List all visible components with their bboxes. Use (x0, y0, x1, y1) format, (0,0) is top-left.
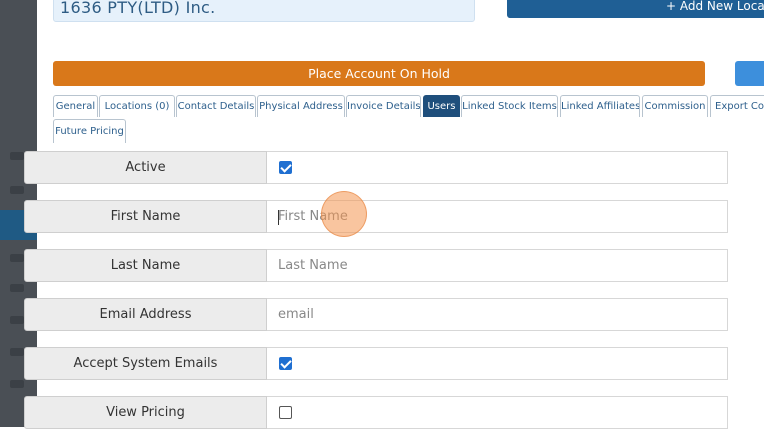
tab-invoice-details[interactable]: Invoice Details (346, 95, 421, 117)
view-pricing-checkbox[interactable] (279, 406, 292, 419)
tab-future-pricing[interactable]: Future Pricing (53, 119, 126, 143)
first-name-label: First Name (24, 200, 267, 233)
last-name-field (267, 249, 728, 282)
tab-users[interactable]: Users (423, 95, 460, 117)
form-row-view-pricing: View Pricing (24, 396, 728, 429)
form-row-email: Email Address (24, 298, 728, 331)
tab-contact-details[interactable]: Contact Details (176, 95, 256, 117)
active-label: Active (24, 151, 267, 184)
tab-export-config[interactable]: Export Con (710, 95, 764, 117)
form-row-first-name: First Name (24, 200, 728, 233)
tab-commission[interactable]: Commission (642, 95, 708, 117)
form-row-accept-emails: Accept System Emails (24, 347, 728, 380)
sidebar-icon (10, 284, 24, 292)
tab-linked-stock-items[interactable]: Linked Stock Items (461, 95, 558, 117)
sidebar-icon (10, 348, 24, 356)
accept-emails-checkbox[interactable] (279, 357, 292, 370)
view-pricing-field (267, 396, 728, 429)
tab-physical-address[interactable]: Physical Address (257, 95, 345, 117)
email-input[interactable] (267, 299, 707, 330)
form-row-last-name: Last Name (24, 249, 728, 282)
email-field (267, 298, 728, 331)
accept-emails-label: Accept System Emails (24, 347, 267, 380)
view-pricing-label: View Pricing (24, 396, 267, 429)
sidebar-icon (10, 380, 24, 388)
form-row-active: Active (24, 151, 728, 184)
sidebar-icon (10, 254, 24, 262)
tab-linked-affiliates[interactable]: Linked Affiliates (560, 95, 640, 117)
accept-emails-field (267, 347, 728, 380)
tab-locations[interactable]: Locations (0) (99, 95, 175, 117)
email-label: Email Address (24, 298, 267, 331)
sidebar-icon (10, 186, 24, 194)
add-new-location-button[interactable]: + Add New Location (507, 0, 764, 18)
last-name-label: Last Name (24, 249, 267, 282)
active-checkbox[interactable] (279, 161, 292, 174)
secondary-action-button[interactable] (735, 61, 764, 86)
last-name-input[interactable] (267, 250, 707, 281)
tab-general[interactable]: General (53, 95, 98, 117)
company-name: 1636 PTY(LTD) Inc. (53, 0, 475, 22)
text-caret (278, 210, 279, 225)
active-field (267, 151, 728, 184)
first-name-field (267, 200, 728, 233)
sidebar-icon (10, 316, 24, 324)
place-account-on-hold-button[interactable]: Place Account On Hold (53, 61, 705, 86)
sidebar-icon (10, 152, 24, 160)
first-name-input[interactable] (267, 201, 707, 232)
